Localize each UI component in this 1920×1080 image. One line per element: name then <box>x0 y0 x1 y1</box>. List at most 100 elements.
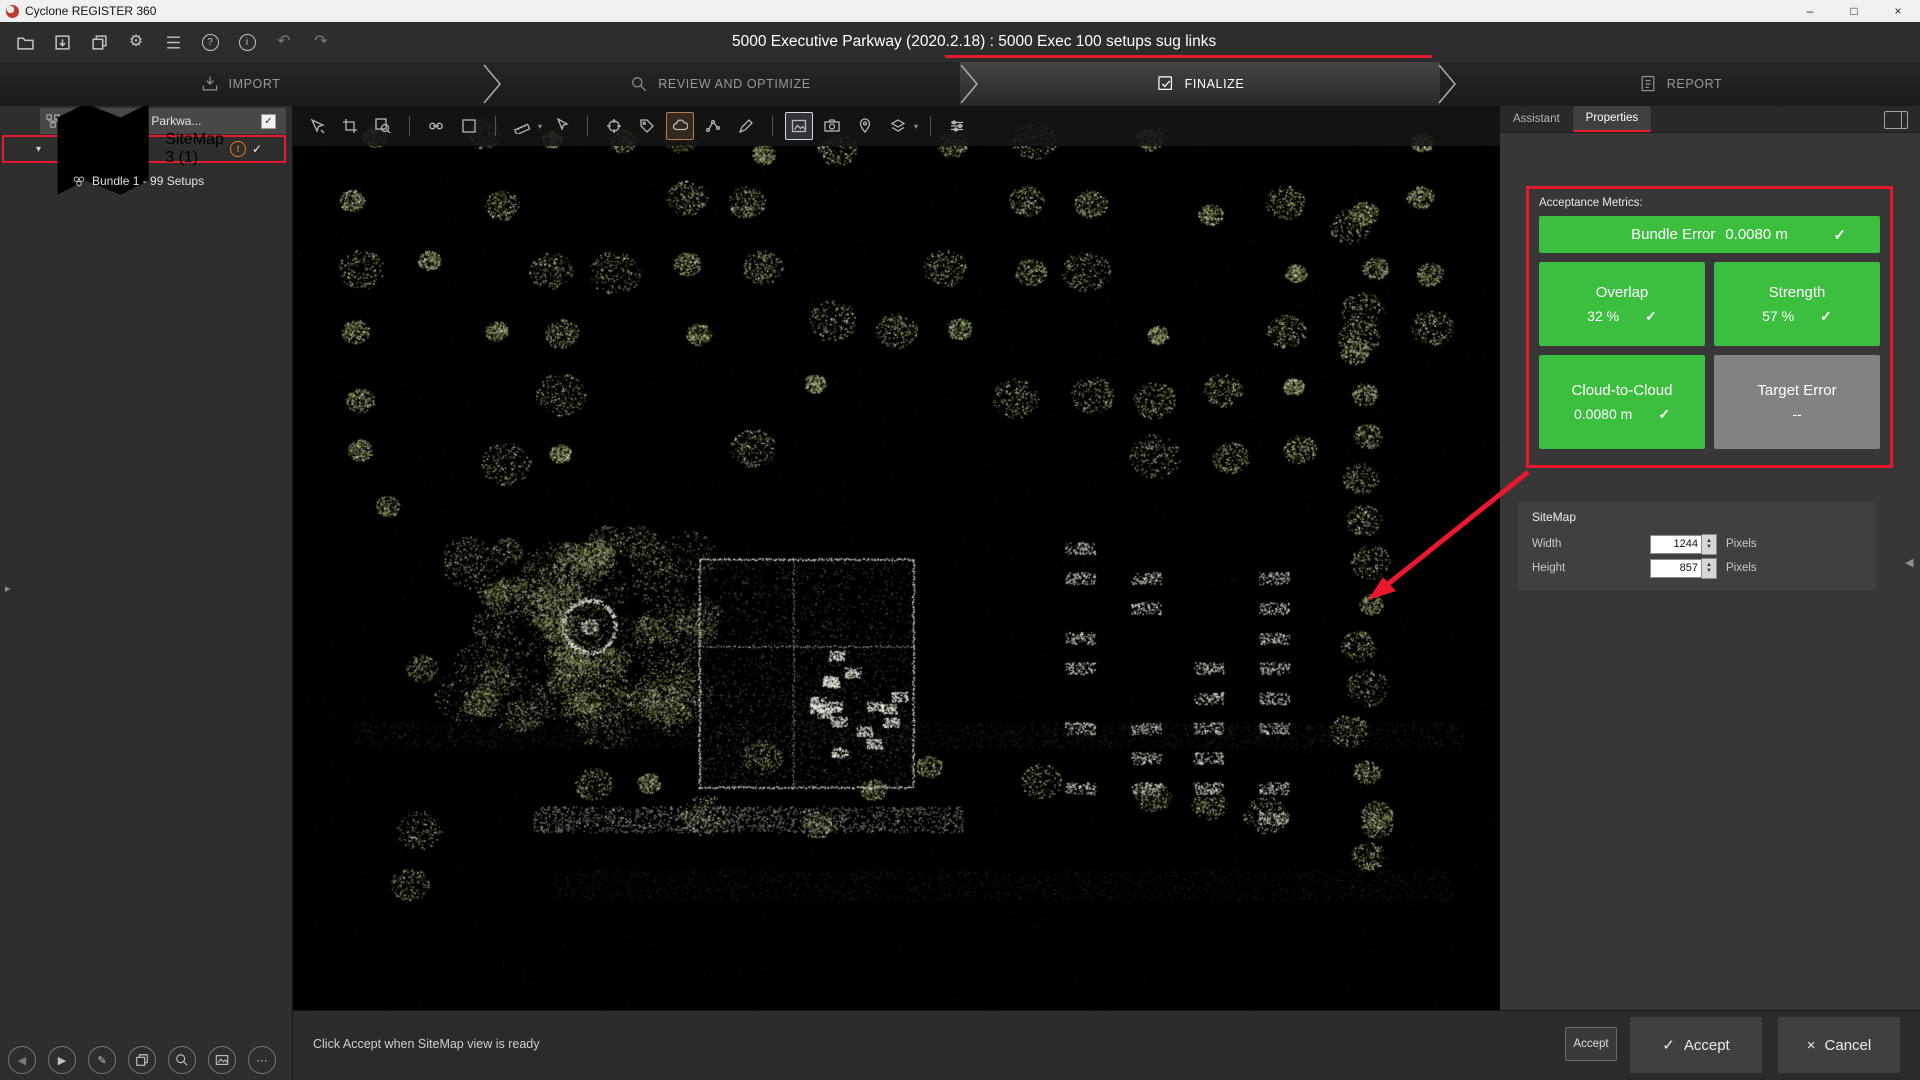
cancel-button[interactable]: × Cancel <box>1778 1017 1900 1073</box>
help-icon[interactable]: ? <box>199 31 221 53</box>
cloud-tool-icon[interactable] <box>666 112 694 140</box>
warning-icon: ! <box>230 141 246 157</box>
link-tool-icon[interactable] <box>422 112 450 140</box>
maximize-button[interactable]: □ <box>1832 0 1876 22</box>
pick-tool-icon[interactable] <box>547 112 575 140</box>
label-tool-icon[interactable] <box>633 112 661 140</box>
tree-item-sitemap[interactable]: ▾ SiteMap 3 (1) ! ✓ <box>2 135 286 163</box>
adjust-tool-icon[interactable] <box>943 112 971 140</box>
height-stepper[interactable]: ▲▼ <box>1702 558 1717 579</box>
select-tool-icon[interactable] <box>303 112 331 140</box>
tree-item-bundle[interactable]: Bundle 1 - 99 Setups <box>72 168 204 194</box>
panel-tabs: Assistant Properties <box>1500 106 1920 133</box>
properties-panel: Assistant Properties Acceptance Metrics:… <box>1500 106 1920 1010</box>
save-project-icon[interactable] <box>51 31 73 53</box>
image-view-tool-icon[interactable] <box>785 112 813 140</box>
project-tree-sidebar: 5000 Executive Parkwa... ✓ ▾ SiteMap 3 (… <box>0 106 293 1080</box>
close-icon: × <box>1807 1037 1816 1054</box>
bundle-error-value: 0.0080 m <box>1725 226 1788 243</box>
stage-label: REPORT <box>1667 77 1722 91</box>
width-label: Width <box>1532 538 1650 550</box>
check-icon: ✓ <box>1658 406 1670 423</box>
status-message: Click Accept when SiteMap view is ready <box>313 1037 539 1051</box>
redo-icon[interactable]: ↷ <box>310 31 332 53</box>
right-panel-collapse-handle[interactable]: ◀ <box>1905 556 1913 569</box>
expand-caret-icon[interactable]: ▾ <box>36 144 41 155</box>
overlap-tile: Overlap 32 % ✓ <box>1539 262 1705 346</box>
toolbar-divider <box>930 116 931 136</box>
app-title: Cyclone REGISTER 360 <box>25 4 156 18</box>
draw-tool-icon[interactable] <box>732 112 760 140</box>
bundle-icon <box>72 174 86 188</box>
duplicate-project-icon[interactable] <box>88 31 110 53</box>
sitemap-viewport: ▾ ▾ <box>293 106 1500 1010</box>
tree-item-label: SiteMap 3 (1) <box>165 131 224 167</box>
more-button[interactable]: ⋯ <box>248 1046 276 1074</box>
zoom-button[interactable] <box>168 1046 196 1074</box>
camera-tool-icon[interactable] <box>818 112 846 140</box>
left-panel-expand-handle[interactable]: ▸ <box>5 582 11 595</box>
view-pane-tool-icon[interactable] <box>455 112 483 140</box>
image-button[interactable] <box>208 1046 236 1074</box>
tab-properties[interactable]: Properties <box>1573 106 1651 132</box>
graph-tool-icon[interactable] <box>699 112 727 140</box>
app-logo-icon <box>6 5 19 18</box>
project-checkbox[interactable]: ✓ <box>261 114 276 129</box>
cloud-to-cloud-tile: Cloud-to-Cloud 0.0080 m ✓ <box>1539 355 1705 449</box>
title-bar: Cyclone REGISTER 360 – □ × <box>0 0 1920 22</box>
bundle-error-tile: Bundle Error 0.0080 m ✓ <box>1539 216 1880 253</box>
layout-icon[interactable] <box>1884 111 1908 129</box>
workflow-bar: IMPORT REVIEW AND OPTIMIZE FINALIZE REPO… <box>0 62 1920 106</box>
next-button[interactable]: ▶ <box>48 1046 76 1074</box>
event-log-icon[interactable] <box>162 31 184 53</box>
toolbar-divider <box>409 116 410 136</box>
cloud-to-cloud-label: Cloud-to-Cloud <box>1572 382 1673 399</box>
tab-report[interactable]: REPORT <box>1440 62 1920 106</box>
sitemap-heading: SiteMap <box>1532 510 1876 524</box>
overlap-label: Overlap <box>1596 284 1649 301</box>
tab-review-and-optimize[interactable]: REVIEW AND OPTIMIZE <box>480 62 960 106</box>
acceptance-metrics-annotated-box: Acceptance Metrics: Bundle Error 0.0080 … <box>1526 186 1893 468</box>
stage-label: REVIEW AND OPTIMIZE <box>658 77 810 91</box>
point-cloud[interactable] <box>293 106 1500 1010</box>
check-icon: ✓ <box>1820 308 1832 325</box>
accept-small-button[interactable]: Accept <box>1565 1027 1617 1061</box>
height-units: Pixels <box>1726 562 1757 574</box>
tab-import[interactable]: IMPORT <box>0 62 480 106</box>
height-input[interactable] <box>1650 559 1702 578</box>
acceptance-metrics-heading: Acceptance Metrics: <box>1539 197 1882 209</box>
target-error-tile: Target Error -- <box>1714 355 1880 449</box>
edit-button[interactable]: ✎ <box>88 1046 116 1074</box>
measure-tool-icon[interactable] <box>508 112 536 140</box>
copy-view-button[interactable] <box>128 1046 156 1074</box>
accept-button[interactable]: ✓ Accept <box>1630 1017 1762 1073</box>
tab-finalize[interactable]: FINALIZE <box>960 62 1440 106</box>
footer-bar: Click Accept when SiteMap view is ready … <box>293 1010 1920 1080</box>
window-controls: – □ × <box>1788 0 1920 22</box>
width-input[interactable] <box>1650 535 1702 554</box>
import-icon <box>200 74 220 94</box>
tab-assistant[interactable]: Assistant <box>1500 106 1573 132</box>
toolbar-divider <box>772 116 773 136</box>
geotag-tool-icon[interactable] <box>851 112 879 140</box>
layers-tool-icon[interactable] <box>884 112 912 140</box>
target-tool-icon[interactable] <box>600 112 628 140</box>
width-stepper[interactable]: ▲▼ <box>1702 534 1717 555</box>
measure-dropdown-caret[interactable]: ▾ <box>538 122 542 131</box>
undo-icon[interactable]: ↶ <box>273 31 295 53</box>
info-icon[interactable]: i <box>236 31 258 53</box>
sitemap-check-icon[interactable]: ✓ <box>252 142 262 156</box>
review-icon <box>629 74 649 94</box>
crop-tool-icon[interactable] <box>336 112 364 140</box>
accept-button-label: Accept <box>1684 1037 1730 1054</box>
layers-dropdown-caret[interactable]: ▾ <box>914 122 918 131</box>
settings-gear-icon[interactable]: ⚙ <box>125 31 147 53</box>
check-icon: ✓ <box>1833 226 1846 244</box>
open-project-icon[interactable] <box>14 31 36 53</box>
close-button[interactable]: × <box>1876 0 1920 22</box>
prev-button[interactable]: ◀ <box>8 1046 36 1074</box>
zoom-window-tool-icon[interactable] <box>369 112 397 140</box>
minimize-button[interactable]: – <box>1788 0 1832 22</box>
stage-label: FINALIZE <box>1185 77 1245 91</box>
overlap-value: 32 % <box>1587 308 1619 324</box>
